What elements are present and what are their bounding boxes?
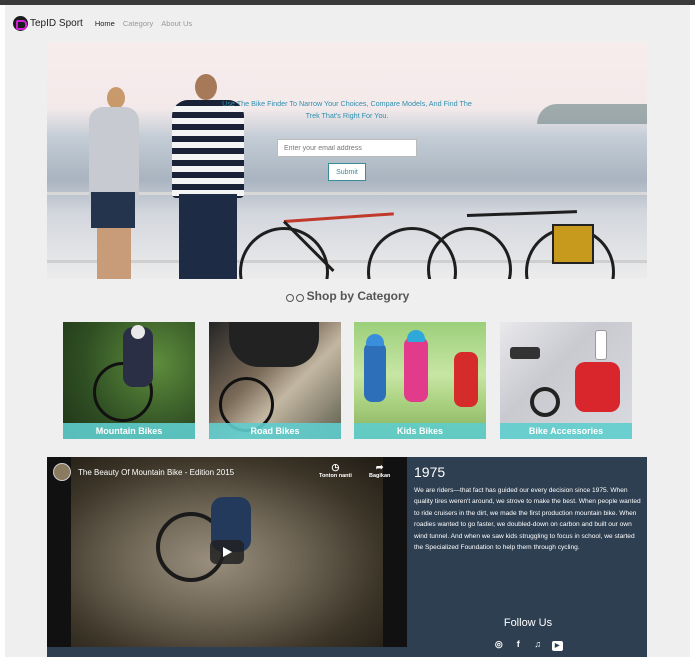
- hero-tagline: Use The Bike Finder To Narrow Your Choic…: [222, 99, 472, 120]
- kid-figure-1: [364, 342, 386, 402]
- shop-by-category-heading: Shop by Category: [5, 289, 690, 303]
- category-label-road-bikes: Road Bikes: [209, 423, 341, 439]
- woman-figure-shorts: [91, 192, 135, 228]
- facebook-icon[interactable]: f: [513, 639, 524, 649]
- watch-later-label: Tonton nanti: [319, 473, 352, 479]
- channel-avatar[interactable]: [53, 463, 71, 481]
- road-rider-legs: [229, 322, 319, 367]
- category-card-kids-bikes[interactable]: Kids Bikes: [354, 322, 486, 439]
- nav-category[interactable]: Category: [123, 19, 153, 28]
- hydration-pack-image: [575, 362, 620, 412]
- page: TepID Sport Home Category About Us Use T…: [5, 5, 690, 657]
- bike2-frame: [466, 210, 577, 217]
- category-label-bike-accessories: Bike Accessories: [500, 423, 632, 439]
- bike-light-image: [510, 347, 540, 359]
- hero-island: [537, 104, 647, 124]
- share-button[interactable]: ➦ Bagikan: [369, 462, 390, 479]
- nav-home[interactable]: Home: [95, 19, 115, 28]
- about-section: The Beauty Of Mountain Bike - Edition 20…: [47, 457, 647, 657]
- mountain-rider-helmet: [131, 325, 145, 339]
- story-year: 1975: [414, 464, 446, 480]
- bike2-pannier-bag: [552, 224, 594, 264]
- instagram-icon[interactable]: ◎: [493, 639, 504, 649]
- man-figure-head: [195, 74, 217, 100]
- share-icon: ➦: [375, 462, 384, 472]
- bicycle-icon: [285, 292, 304, 303]
- nav-about-us[interactable]: About Us: [161, 19, 192, 28]
- category-card-road-bikes[interactable]: Road Bikes: [209, 322, 341, 439]
- navbar: TepID Sport Home Category About Us: [13, 13, 192, 33]
- watch-later-button[interactable]: ◷ Tonton nanti: [319, 462, 352, 479]
- category-label-kids-bikes: Kids Bikes: [354, 423, 486, 439]
- hero-banner: Use The Bike Finder To Narrow Your Choic…: [47, 42, 647, 279]
- follow-us-heading: Follow Us: [503, 617, 553, 629]
- clock-icon: ◷: [331, 462, 340, 472]
- logo-icon: [13, 15, 28, 31]
- logo[interactable]: TepID Sport: [13, 15, 83, 31]
- shop-by-category-title: Shop by Category: [306, 289, 410, 303]
- woman-figure-body: [89, 107, 139, 202]
- social-icons: ◎ f ♫ ▶: [414, 634, 642, 652]
- kid-figure-3: [454, 352, 478, 407]
- kid-figure-2: [404, 337, 428, 402]
- story-text: We are riders—that fact has guided our e…: [414, 487, 641, 552]
- woman-figure-head: [107, 87, 125, 109]
- category-card-bike-accessories[interactable]: Bike Accessories: [500, 322, 632, 439]
- video-player[interactable]: The Beauty Of Mountain Bike - Edition 20…: [47, 457, 407, 647]
- video-title[interactable]: The Beauty Of Mountain Bike - Edition 20…: [78, 468, 234, 477]
- brand-name: TepID Sport: [30, 17, 83, 29]
- youtube-icon[interactable]: ▶: [551, 641, 563, 651]
- play-button[interactable]: [210, 540, 244, 564]
- email-input[interactable]: [277, 139, 417, 157]
- twitter-icon[interactable]: ♫: [532, 639, 543, 649]
- kid-helmet-2: [407, 330, 425, 342]
- submit-button[interactable]: Submit: [328, 163, 366, 181]
- category-label-mountain-bikes: Mountain Bikes: [63, 423, 195, 439]
- bike2-wheel-rear: [427, 227, 512, 279]
- man-figure-legs: [179, 194, 237, 279]
- bike-frame: [283, 212, 394, 223]
- bike-lock-image: [530, 387, 560, 417]
- water-bottle-image: [595, 330, 607, 360]
- kid-helmet-1: [366, 334, 384, 346]
- share-label: Bagikan: [369, 473, 391, 479]
- woman-figure-legs: [97, 228, 131, 279]
- category-card-mountain-bikes[interactable]: Mountain Bikes: [63, 322, 195, 439]
